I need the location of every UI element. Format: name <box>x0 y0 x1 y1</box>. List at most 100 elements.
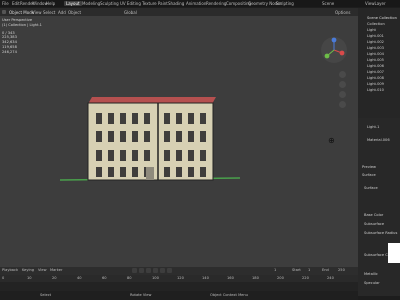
play-icon[interactable] <box>153 268 158 273</box>
tab-layout[interactable]: Layout <box>64 1 82 6</box>
outliner-item[interactable]: Light.006 <box>367 64 384 68</box>
timeline-header: Playback Keying View Marker 1 Start 1 En… <box>0 267 358 275</box>
building-window <box>132 150 138 161</box>
building-window <box>176 131 182 142</box>
timeline-view[interactable]: View <box>38 268 47 272</box>
outliner-item[interactable]: Light.010 <box>367 88 384 92</box>
end-label: End <box>322 268 329 272</box>
label-subsurface: Subsurface <box>364 222 385 226</box>
menu-item-help[interactable]: Help <box>46 1 55 6</box>
timeline-keying[interactable]: Keying <box>22 268 34 272</box>
pan-icon[interactable] <box>339 81 346 88</box>
current-frame-field[interactable]: 1 <box>274 268 276 272</box>
tab-modeling[interactable]: Modeling <box>82 1 100 6</box>
scene-selector[interactable]: Scene <box>322 1 334 6</box>
3d-viewport[interactable]: User Perspective (1) Collection | Light.… <box>0 16 358 267</box>
building-window <box>144 113 150 124</box>
building-window <box>132 113 138 124</box>
status-bar: Select Rotate View Object Context Menu <box>0 291 358 300</box>
tab-uv-editing[interactable]: UV Editing <box>120 1 141 6</box>
viewport-overlay-text: User Perspective (1) Collection | Light.… <box>2 18 42 55</box>
start-frame-field[interactable]: 1 <box>308 268 310 272</box>
ruler-tick-label: 160 <box>227 276 234 280</box>
jump-start-icon[interactable] <box>132 268 137 273</box>
tab-sculpting[interactable]: Sculpting <box>100 1 119 6</box>
outliner-item[interactable]: Light.008 <box>367 76 384 80</box>
building-model[interactable] <box>60 91 240 191</box>
outliner-panel: Scene Collection Collection Light Light.00… <box>358 8 400 118</box>
building-window <box>108 113 114 124</box>
menu-item-edit[interactable]: Edit <box>12 1 20 6</box>
building-window <box>188 167 194 177</box>
outliner-item[interactable]: Light <box>367 28 376 32</box>
outliner-item[interactable]: Light.009 <box>367 82 384 86</box>
mode-selector[interactable]: Object Mode <box>9 10 34 15</box>
building-window <box>188 113 194 124</box>
next-key-icon[interactable] <box>160 268 165 273</box>
play-reverse-icon[interactable] <box>146 268 151 273</box>
building-window <box>144 150 150 161</box>
tab-shading[interactable]: Shading <box>168 1 184 6</box>
ruler-tick-label: 180 <box>252 276 259 280</box>
editor-type-icon[interactable] <box>2 10 6 14</box>
material-slot[interactable]: Material.006 <box>367 138 390 142</box>
options-button[interactable]: Options <box>335 10 350 15</box>
outliner-item[interactable]: Light.004 <box>367 52 384 56</box>
outliner-item[interactable]: Light.005 <box>367 58 384 62</box>
outliner-item[interactable]: Light.001 <box>367 34 384 38</box>
label-base-color: Base Color <box>364 213 384 217</box>
building-window <box>96 150 102 161</box>
viewport-header: Object Mode View Select Add Object Globa… <box>0 8 358 16</box>
menu-view[interactable]: View <box>32 10 42 15</box>
ruler-tick-label: 140 <box>202 276 209 280</box>
tab-scripting[interactable]: Scripting <box>276 1 294 6</box>
navigation-gizmo[interactable] <box>320 36 348 64</box>
tab-animation[interactable]: Animation <box>186 1 206 6</box>
label-specular: Specular <box>364 281 380 285</box>
jump-end-icon[interactable] <box>167 268 172 273</box>
label-surface: Surface <box>364 186 378 190</box>
timeline-marker[interactable]: Marker <box>50 268 62 272</box>
view-layer-label: ViewLayer <box>365 1 386 6</box>
outliner-scene-collection[interactable]: Scene Collection <box>367 16 397 20</box>
overlay-collection: (1) Collection | Light.1 <box>2 22 42 27</box>
section-surface[interactable]: Surface <box>362 173 376 177</box>
camera-view-icon[interactable] <box>339 91 346 98</box>
building-window <box>200 167 206 177</box>
ortho-toggle-icon[interactable] <box>339 101 346 108</box>
building-window <box>120 131 126 142</box>
building-window <box>176 113 182 124</box>
tab-texture-paint[interactable]: Texture Paint <box>142 1 168 6</box>
timeline-playback[interactable]: Playback <box>2 268 18 272</box>
prev-key-icon[interactable] <box>139 268 144 273</box>
building-window <box>164 131 170 142</box>
section-preview[interactable]: Preview <box>362 165 376 169</box>
ruler-tick-label: 120 <box>177 276 184 280</box>
overlay-triangles: 246,274 <box>2 49 17 54</box>
outliner-item[interactable]: Light.007 <box>367 70 384 74</box>
menu-select[interactable]: Select <box>43 10 55 15</box>
end-frame-field[interactable]: 250 <box>338 268 345 272</box>
view-layer-selector[interactable]: ViewLayer <box>365 1 386 6</box>
menu-item-file[interactable]: File <box>2 1 9 6</box>
menu-add[interactable]: Add <box>58 10 66 15</box>
building-window <box>108 167 114 177</box>
outliner-item[interactable]: Collection <box>367 22 385 26</box>
timeline-panel: Playback Keying View Marker 1 Start 1 En… <box>0 267 358 300</box>
outliner-item[interactable]: Light.002 <box>367 40 384 44</box>
ruler-tick-label: 200 <box>277 276 284 280</box>
building-window <box>200 113 206 124</box>
status-context: Object Context Menu <box>210 293 248 297</box>
outliner-item[interactable]: Light.003 <box>367 46 384 50</box>
menu-object[interactable]: Object <box>68 10 81 15</box>
building-window <box>144 131 150 142</box>
building-window <box>164 167 170 177</box>
timeline-ruler[interactable]: 0 10 20 40 60 80 100 120 140 160 180 200 220 240 <box>0 275 358 282</box>
transform-orientation[interactable]: Global <box>124 10 137 15</box>
zoom-icon[interactable] <box>339 71 346 78</box>
start-label: Start <box>292 268 301 272</box>
color-swatch[interactable] <box>388 243 400 263</box>
building-window <box>96 131 102 142</box>
building-window <box>132 167 138 177</box>
tab-rendering[interactable]: Rendering <box>206 1 226 6</box>
